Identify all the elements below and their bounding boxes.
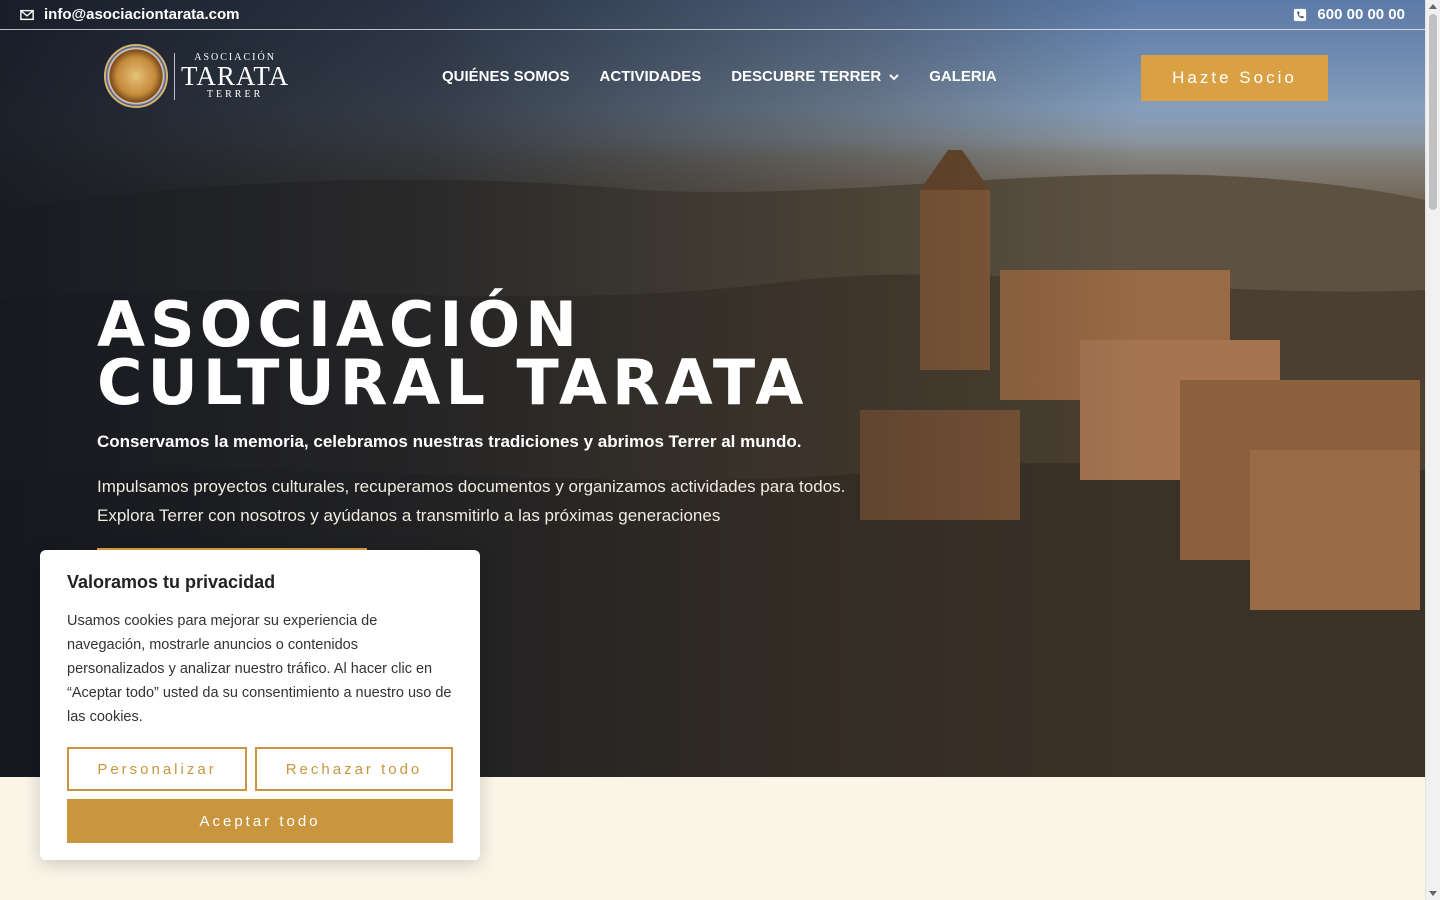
personalizar-button[interactable]: Personalizar (67, 747, 247, 791)
nav-quienes-somos[interactable]: QUIÉNES SOMOS (442, 68, 570, 85)
hero-description: Impulsamos proyectos culturales, recuper… (97, 477, 846, 525)
chevron-down-icon (889, 73, 899, 80)
page-scrollbar[interactable] (1425, 0, 1440, 900)
nav-actividades[interactable]: ACTIVIDADES (600, 68, 702, 85)
aceptar-todo-button[interactable]: Aceptar todo (67, 799, 453, 843)
phone-text: 600 00 00 00 (1317, 6, 1405, 23)
scrollbar-thumb[interactable] (1429, 14, 1437, 210)
hero-title: ASOCIACIÓN CULTURAL TARATA (97, 294, 808, 414)
logo-text: ASOCIACIÓN TARATA TERRER (174, 52, 290, 100)
cookie-button-row: Personalizar Rechazar todo (67, 747, 453, 791)
envelope-icon (20, 9, 34, 20)
phone-icon (1294, 8, 1307, 21)
nav-descubre-terrer[interactable]: DESCUBRE TERRER (731, 68, 899, 85)
cookie-body: Usamos cookies para mejorar su experienc… (67, 613, 452, 725)
logo-line3: TERRER (206, 88, 264, 100)
scroll-up-arrow-icon[interactable] (1429, 4, 1437, 9)
hero-title-line2: CULTURAL TARATA (97, 346, 809, 419)
hero-lead: Conservamos la memoria, celebramos nuest… (97, 432, 802, 451)
top-bar: info@asociaciontarata.com 600 00 00 00 (0, 0, 1425, 30)
hazte-socio-button[interactable]: Hazte Socio (1141, 55, 1328, 101)
email-text: info@asociaciontarata.com (44, 6, 240, 23)
rechazar-todo-button[interactable]: Rechazar todo (255, 747, 453, 791)
nav-descubre-terrer-label: DESCUBRE TERRER (731, 68, 882, 85)
site-logo[interactable]: ASOCIACIÓN TARATA TERRER (104, 44, 289, 108)
logo-seal (104, 44, 168, 108)
phone-contact[interactable]: 600 00 00 00 (1293, 6, 1405, 23)
cookie-consent-dialog: Valoramos tu privacidad Usamos cookies p… (40, 550, 480, 860)
scroll-down-arrow-icon[interactable] (1429, 891, 1437, 896)
logo-line2: TARATA (181, 60, 290, 91)
email-contact[interactable]: info@asociaciontarata.com (20, 6, 240, 23)
main-nav: QUIÉNES SOMOS ACTIVIDADES DESCUBRE TERRE… (442, 68, 997, 85)
nav-galeria[interactable]: GALERIA (929, 68, 997, 85)
cookie-title: Valoramos tu privacidad (67, 572, 276, 592)
